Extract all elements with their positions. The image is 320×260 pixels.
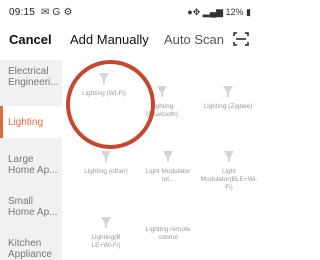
- notification-icons: ✉ G ⚙: [38, 7, 73, 18]
- tab-auto-scan[interactable]: Auto Scan: [164, 32, 224, 47]
- sidebar-item-kitchen-appliance[interactable]: Kitchen Appliance: [0, 238, 62, 260]
- sidebar-item-small-home-appliances[interactable]: Small Home Ap...: [0, 196, 62, 226]
- scan-icon[interactable]: [233, 32, 249, 46]
- sidebar-item-label: Electrical Engineeri...: [8, 66, 59, 88]
- device-light-modulator-ble-wifi[interactable]: Light Modulator(BLE+Wi-Fi): [200, 150, 258, 192]
- cancel-button[interactable]: Cancel: [9, 32, 52, 47]
- light-bulb-icon: [157, 86, 167, 97]
- device-label: Lighting (Zigbee): [203, 103, 253, 110]
- sidebar-item-electrical[interactable]: Electrical Engineeri...: [0, 66, 62, 102]
- device-label: Light Modulator(BLE+Wi-Fi): [200, 168, 258, 191]
- sidebar-item-label: Large Home Ap...: [8, 154, 58, 176]
- light-bulb-icon: [223, 86, 233, 97]
- sidebar-item-lighting[interactable]: Lighting: [0, 106, 62, 138]
- category-sidebar: Electrical Engineeri... Lighting Large H…: [0, 60, 62, 260]
- device-light-modulator-other[interactable]: Light Modulator (ot...: [140, 150, 196, 184]
- light-bulb-icon: [101, 151, 111, 162]
- light-bulb-icon: [163, 151, 173, 162]
- battery-text: 12%: [225, 7, 244, 17]
- device-label: Lighting (other): [84, 168, 128, 175]
- sidebar-item-label: Small Home Ap...: [8, 196, 58, 218]
- status-indicators: ●✥ ▂▄▆ 12% ▮: [187, 7, 251, 18]
- light-bulb-icon: [224, 151, 234, 162]
- sidebar-item-large-home-appliances[interactable]: Large Home Ap...: [0, 154, 62, 184]
- status-bar: 09:15 ✉ G ⚙ ●✥ ▂▄▆ 12% ▮: [0, 0, 259, 22]
- top-bar: Cancel Add Manually Auto Scan: [0, 24, 259, 54]
- tab-add-manually[interactable]: Add Manually: [70, 32, 149, 47]
- device-label: Lighting remote control: [145, 226, 191, 241]
- device-label: Lighting(B LE+Wi-Fi): [91, 234, 121, 249]
- signal-icon: ●✥ ▂▄▆: [187, 7, 223, 17]
- active-indicator: [0, 106, 3, 138]
- battery-icon: ▮: [246, 7, 251, 17]
- device-lighting-zigbee[interactable]: Lighting (Zigbee): [200, 85, 256, 111]
- device-lighting-remote-control[interactable]: Lighting remote control: [142, 226, 194, 242]
- device-label: Light Modulator (ot...: [145, 168, 191, 183]
- device-lighting-other[interactable]: Lighting (other): [80, 150, 132, 176]
- status-time: 09:15 ✉ G ⚙: [9, 7, 73, 18]
- sidebar-item-label: Kitchen Appliance: [8, 238, 52, 260]
- device-lighting-ble-wifi[interactable]: Lighting(B LE+Wi-Fi): [82, 216, 130, 250]
- light-bulb-icon: [101, 217, 111, 228]
- sidebar-item-label: Lighting: [8, 117, 44, 128]
- clock-text: 09:15: [9, 7, 36, 18]
- highlight-circle: [66, 60, 155, 149]
